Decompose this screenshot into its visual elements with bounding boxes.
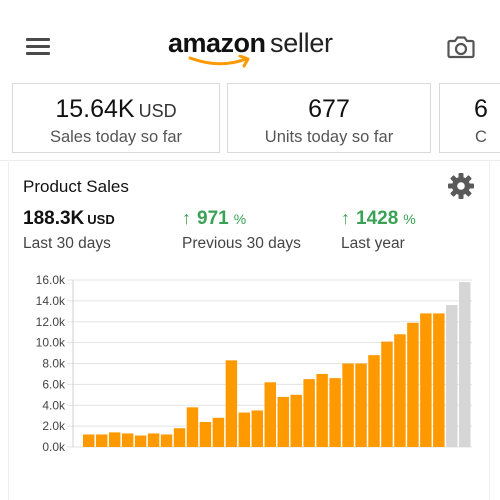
sales-bar[interactable] — [407, 322, 419, 447]
sales-bar[interactable] — [277, 396, 289, 447]
hamburger-menu-icon[interactable] — [26, 38, 50, 56]
sales-bar[interactable] — [251, 410, 264, 447]
sales-bar[interactable] — [316, 373, 328, 447]
sales-bar[interactable] — [225, 360, 238, 447]
sales-bar[interactable] — [433, 313, 445, 447]
section-divider — [0, 160, 500, 161]
sales-bar[interactable] — [394, 334, 406, 447]
units-today-value: 677 — [308, 95, 350, 123]
sales-bar[interactable] — [173, 428, 186, 447]
stat-previous-30-days: ↑ 971% Previous 30 days — [182, 208, 301, 253]
logo-word-seller: seller — [270, 28, 333, 58]
y-tick-label: 10.0k — [36, 336, 66, 350]
sales-bar[interactable] — [147, 433, 160, 447]
amazon-smile-icon — [188, 55, 250, 68]
sales-bar[interactable] — [342, 363, 354, 448]
product-sales-bar-chart[interactable]: 0.0k 2.0k 4.0k 6.0k 8.0k 10.0k 12.0k 14.0k 16.0k — [10, 270, 480, 465]
camera-icon[interactable] — [447, 34, 475, 60]
arrow-up-icon: ↑ — [341, 208, 350, 228]
sales-today-card[interactable]: 15.64K USD Sales today so far — [12, 83, 220, 153]
arrow-up-icon: ↑ — [182, 208, 191, 228]
y-tick-label: 4.0k — [42, 398, 66, 412]
stat-last-30-days-label: Last 30 days — [23, 235, 111, 252]
third-metric-label: C — [475, 128, 487, 146]
y-tick-label: 16.0k — [36, 273, 66, 287]
percent-sign: % — [403, 211, 416, 227]
stat-last-30-days-unit: USD — [87, 212, 115, 227]
sales-bar[interactable] — [264, 382, 276, 447]
third-metric-value: 6 — [474, 95, 488, 123]
panel-title: Product Sales — [23, 177, 129, 196]
third-metric-card[interactable]: 6 C — [439, 83, 500, 153]
sales-bar[interactable] — [95, 434, 108, 447]
sales-bar[interactable] — [121, 433, 134, 447]
app-header: amazon seller — [0, 0, 500, 76]
sales-bar[interactable] — [368, 355, 380, 447]
sales-bar[interactable] — [199, 421, 212, 447]
sales-bar[interactable] — [83, 434, 95, 447]
percent-sign: % — [233, 211, 247, 227]
sales-bar-projected[interactable] — [446, 305, 458, 447]
sales-bar[interactable] — [212, 417, 225, 447]
sales-bar[interactable] — [329, 378, 341, 447]
sales-today-unit: USD — [138, 101, 177, 121]
y-tick-label: 14.0k — [36, 294, 66, 308]
y-tick-label: 6.0k — [42, 377, 66, 391]
stat-last-year-value: ↑ 1428% — [341, 208, 416, 229]
sales-bar[interactable] — [160, 434, 173, 447]
y-tick-label: 2.0k — [42, 419, 66, 433]
sales-bar[interactable] — [134, 435, 147, 447]
y-tick-label: 0.0k — [42, 440, 66, 454]
stat-last-30-days-value: 188.3K USD — [23, 208, 115, 229]
sales-bar[interactable] — [186, 407, 199, 447]
sales-bar[interactable] — [381, 341, 393, 447]
sales-bar[interactable] — [108, 432, 121, 447]
y-tick-label: 12.0k — [36, 315, 66, 329]
stat-previous-30-days-value: ↑ 971% — [182, 208, 247, 229]
sales-bar[interactable] — [303, 379, 315, 447]
sales-bar[interactable] — [290, 394, 302, 447]
units-today-card[interactable]: 677 Units today so far — [227, 83, 431, 153]
sales-bar[interactable] — [420, 313, 432, 447]
stat-last-year: ↑ 1428% Last year — [341, 208, 416, 253]
sales-today-value: 15.64K USD — [55, 95, 177, 123]
stat-last-30-days: 188.3K USD Last 30 days — [23, 208, 115, 253]
stat-last-year-label: Last year — [341, 235, 405, 252]
sales-bar[interactable] — [238, 412, 251, 447]
summary-cards: 15.64K USD Sales today so far 677 Units t… — [0, 80, 500, 156]
sales-today-label: Sales today so far — [49, 128, 183, 146]
units-today-label: Units today so far — [264, 128, 394, 146]
stat-previous-30-days-label: Previous 30 days — [182, 235, 301, 252]
amazon-seller-logo: amazon seller — [168, 28, 338, 68]
sales-bar-projected[interactable] — [459, 282, 471, 447]
gear-icon[interactable] — [447, 172, 475, 200]
sales-bar[interactable] — [355, 363, 367, 448]
y-tick-label: 8.0k — [42, 357, 66, 371]
